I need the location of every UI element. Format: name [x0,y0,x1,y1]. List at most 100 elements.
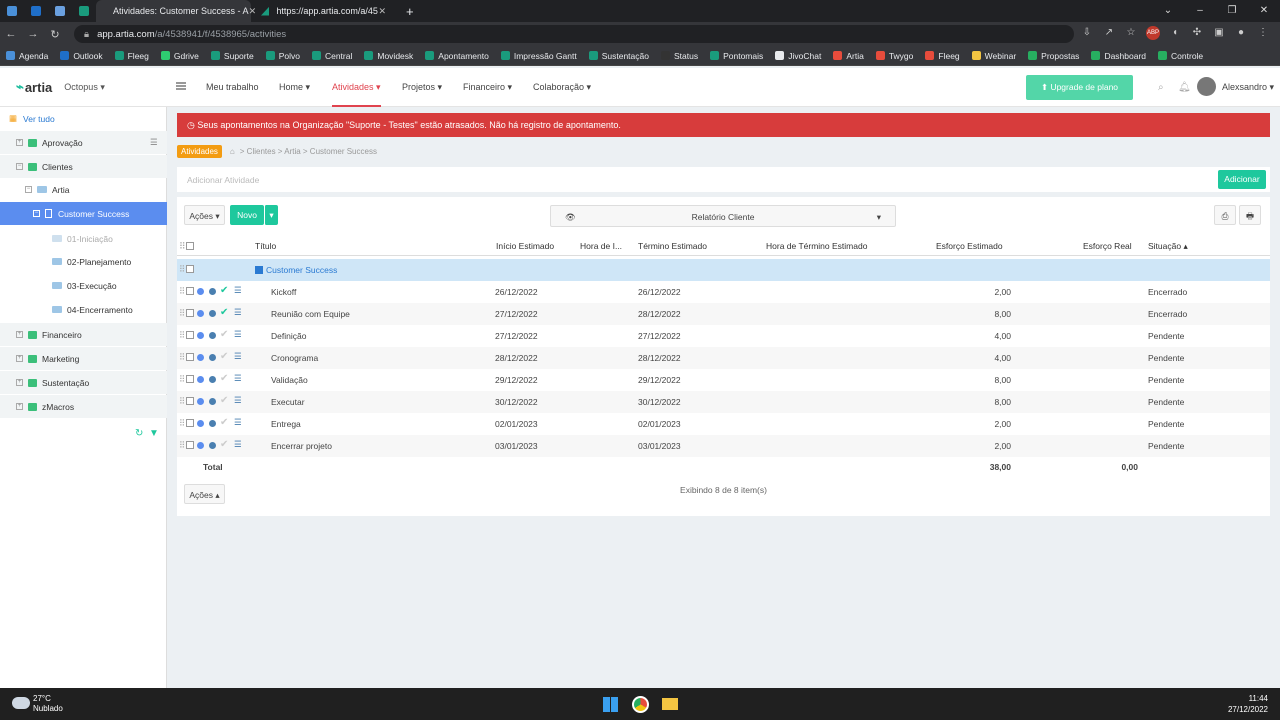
comment-icon[interactable] [197,332,204,339]
user-menu[interactable]: Alexsandro ▾ [1222,68,1274,107]
row-checkbox[interactable] [186,309,194,317]
expand-icon[interactable]: + [16,403,23,410]
check-icon[interactable]: ✔ [220,439,228,450]
print-icon[interactable]: 🖶︎ [1239,205,1261,225]
file-explorer-icon[interactable] [662,698,678,710]
clock-icon[interactable] [209,420,216,427]
clock-icon[interactable] [209,310,216,317]
col-esforco-estimado[interactable]: Esforço Estimado [936,241,1003,251]
install-icon[interactable]: ⇩ [1080,26,1094,40]
report-selector[interactable]: 👁︎ Relatório Cliente ▾ [550,205,896,227]
browser-tab-active[interactable]: Atividades: Customer Success - A ✕ [96,0,256,22]
home-icon[interactable]: ⌂ [230,147,235,156]
drag-handle-icon[interactable]: ⠿ [179,286,185,297]
sidebar-item-customer-success[interactable]: − Customer Success [0,202,167,225]
row-title[interactable]: Validação [271,369,308,391]
sidebar-item-encerramento[interactable]: 04-Encerramento [0,298,167,321]
sidebar-item-marketing[interactable]: + Marketing [0,347,167,370]
menu-icon[interactable]: ☰ [234,351,242,362]
bookmark-item[interactable]: Fleeg [114,51,149,61]
row-title[interactable]: Reunião com Equipe [271,303,350,325]
profile-icon[interactable]: ● [1234,26,1248,40]
bookmark-item[interactable]: Controle [1158,51,1203,61]
check-icon[interactable]: ✔ [220,329,228,340]
back-icon[interactable]: ← [0,28,22,40]
drag-handle-icon[interactable]: ⠿ [179,396,185,407]
star-icon[interactable]: ☆ [1124,26,1138,40]
drag-handle-icon[interactable]: ⠿ [179,352,185,363]
tab-search-icon[interactable]: ⌄ [1152,0,1184,22]
menu-icon[interactable]: ☰ [150,137,158,148]
bookmark-item[interactable]: Artia [833,51,864,61]
bookmark-item[interactable]: Twygo [875,51,913,61]
collapse-icon[interactable]: − [25,186,32,193]
bookmark-item[interactable]: Outlook [60,51,103,61]
col-situacao[interactable]: Situação ▴ [1148,241,1188,252]
drag-handle-icon[interactable]: ⠿ [179,440,185,451]
clock-icon[interactable] [209,376,216,383]
bookmark-item[interactable]: Propostas [1028,51,1079,61]
sidebar-item-execucao[interactable]: 03-Execução [0,274,167,297]
check-icon[interactable]: ✔ [220,285,228,296]
row-checkbox[interactable] [186,353,194,361]
row-checkbox[interactable] [186,375,194,383]
collapse-icon[interactable]: − [16,163,23,170]
row-title[interactable]: Encerrar projeto [271,435,332,457]
expand-icon[interactable]: + [16,355,23,362]
sidebar-item-financeiro[interactable]: + Financeiro [0,323,167,346]
table-row[interactable]: ⠿ ✔ ☰ Kickoff 26/12/2022 26/12/2022 2,00 Encerr… [177,281,1270,303]
drag-handle-icon[interactable]: ⠿ [179,330,185,341]
table-row[interactable]: ⠿ ✔ ☰ Cronograma 28/12/2022 28/12/2022 4,00 Pen… [177,347,1270,369]
pinned-tab[interactable] [48,0,72,22]
upgrade-button[interactable]: ⬆ Upgrade de plano [1026,75,1133,100]
row-title[interactable]: Executar [271,391,305,413]
share-icon[interactable]: ↗ [1102,26,1116,40]
menu-icon[interactable]: ☰ [234,285,242,296]
sidebar-item-sustentacao[interactable]: + Sustentação [0,371,167,394]
filter-icon[interactable]: ▼ [149,428,159,439]
col-esforco-real[interactable]: Esforço Real [1083,241,1132,251]
bookmark-item[interactable]: Central [311,51,352,61]
close-window-icon[interactable]: ✕ [1248,0,1280,22]
export-icon[interactable]: ⎙ [1214,205,1236,225]
col-hora-termino[interactable]: Hora de Término Estimado [766,241,867,251]
bell-icon[interactable]: 🔔︎ [1178,82,1191,93]
row-checkbox[interactable] [186,287,194,295]
sidebar-item-artia[interactable]: − Artia [0,178,167,201]
chrome-icon[interactable] [632,696,649,713]
nav-financeiro[interactable]: Financeiro ▾ [463,68,512,107]
new-tab-button[interactable]: + [396,0,424,22]
new-button[interactable]: Novo [230,205,264,225]
table-row[interactable]: ⠿ ✔ ☰ Definição 27/12/2022 27/12/2022 4,00 Pend… [177,325,1270,347]
bookmark-item[interactable]: Suporte [210,51,254,61]
expand-icon[interactable]: + [16,379,23,386]
maximize-icon[interactable]: ❐ [1216,0,1248,22]
sidebar-item-iniciacao[interactable]: 01-Iniciação [0,227,167,250]
menu-icon[interactable]: ☰ [234,307,242,318]
drag-handle-icon[interactable]: ⠿ [179,418,185,429]
new-dropdown-icon[interactable]: ▾ [264,205,278,225]
bookmark-item[interactable]: Sustentação [588,51,649,61]
weather-icon[interactable] [12,697,30,709]
collapse-icon[interactable] [255,266,263,274]
sidebar-item-zmacros[interactable]: + zMacros [0,395,167,418]
group-title[interactable]: Customer Success [266,259,337,281]
comment-icon[interactable] [197,442,204,449]
hamburger-icon[interactable] [176,82,186,90]
clock-icon[interactable] [209,442,216,449]
comment-icon[interactable] [197,354,204,361]
menu-icon[interactable]: ☰ [234,373,242,384]
breadcrumb-path[interactable]: > Clientes > Artia > Customer Success [240,147,377,156]
row-checkbox[interactable] [186,441,194,449]
row-title[interactable]: Entrega [271,413,301,435]
pinned-tab[interactable] [72,0,96,22]
org-selector[interactable]: Octopus ▾ [64,82,105,93]
adblock-icon[interactable]: ABP [1146,26,1160,40]
comment-icon[interactable] [197,376,204,383]
bookmark-item[interactable]: Gdrive [160,51,199,61]
comment-icon[interactable] [197,310,204,317]
url-field[interactable]: 🔒︎ app.artia.com /a/4538941/f/4538965/ac… [74,25,1074,43]
bookmark-item[interactable]: Impressão Gantt [500,51,577,61]
sidebar-view-all[interactable]: ▦ Ver tudo [0,107,167,130]
col-termino-estimado[interactable]: Término Estimado [638,241,707,251]
